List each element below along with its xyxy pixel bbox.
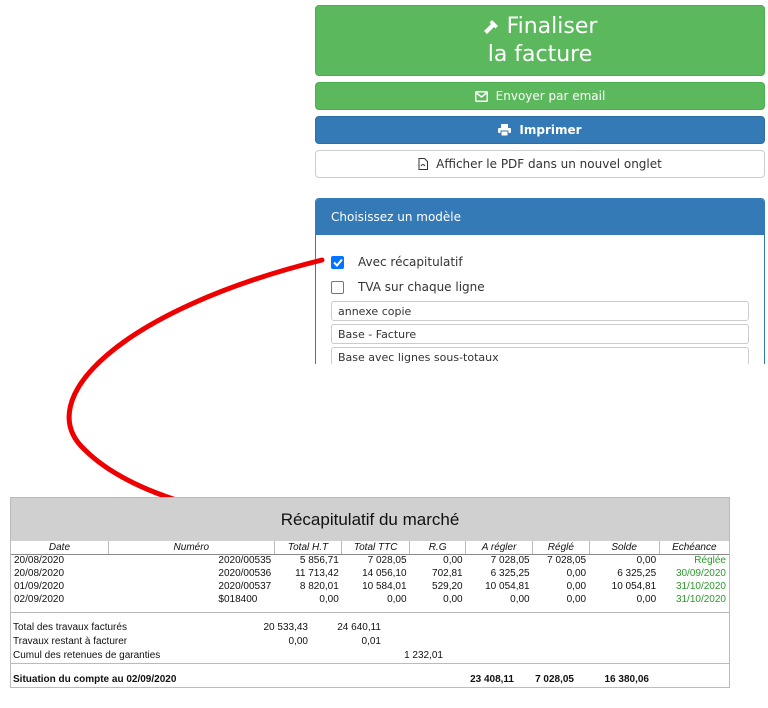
- open-pdf-label: Afficher le PDF dans un nouvel onglet: [436, 157, 662, 171]
- remaining-label: Travaux restant à facturer: [13, 636, 128, 647]
- cell-regle: 0,00: [566, 568, 587, 579]
- situation-row: Situation du compte au 02/09/2020 23 408…: [11, 674, 729, 687]
- recap-grid: Date Numéro Total H.T Total TTC R.G A ré…: [11, 541, 729, 606]
- col-total-ht: Total H.T: [274, 541, 343, 555]
- situation-regle: 7 028,05: [535, 674, 574, 685]
- cell-echeance: 30/09/2020: [675, 568, 726, 579]
- cell-numero: $018400: [218, 594, 258, 605]
- cell-a-regler: 10 054,81: [485, 581, 530, 592]
- cell-numero: 2020/00535: [218, 555, 272, 567]
- option-vat-per-line[interactable]: TVA sur chaque ligne: [331, 280, 485, 294]
- cell-echeance: 31/10/2020: [675, 581, 726, 592]
- col-date: Date: [11, 541, 109, 555]
- divider: [11, 612, 729, 613]
- cell-date: 01/09/2020: [14, 581, 65, 592]
- cell-rg: 0,00: [443, 594, 463, 605]
- cell-total-ttc: 10 584,01: [362, 581, 407, 592]
- cell-total-ht: 5 856,71: [299, 555, 339, 567]
- printer-icon: [498, 124, 512, 136]
- cell-solde: 10 054,81: [611, 581, 657, 592]
- col-echeance: Echéance: [659, 541, 729, 555]
- col-solde: Solde: [589, 541, 660, 555]
- cell-echeance: 31/10/2020: [675, 594, 726, 605]
- finalize-label-line2: la facture: [487, 41, 593, 67]
- cell-total-ttc: 0,00: [387, 594, 407, 605]
- cell-total-ht: 0,00: [319, 594, 339, 605]
- table-row: 20/08/2020 2020/00535 5 856,71 7 028,05 …: [11, 554, 729, 567]
- col-total-ttc: Total TTC: [341, 541, 411, 555]
- total-invoiced-row: Total des travaux facturés 20 533,43 24 …: [11, 622, 729, 635]
- envelope-icon: [474, 90, 488, 102]
- total-invoiced-label: Total des travaux facturés: [13, 622, 127, 633]
- cell-regle: 7 028,05: [547, 555, 587, 567]
- table-row: 01/09/2020 2020/00537 8 820,01 10 584,01…: [11, 580, 729, 593]
- print-label: Imprimer: [519, 123, 582, 137]
- remaining-ht: 0,00: [288, 636, 308, 647]
- open-pdf-button[interactable]: Afficher le PDF dans un nouvel onglet: [315, 150, 765, 178]
- cell-total-ttc: 14 056,10: [362, 568, 407, 579]
- recap-header-row: Date Numéro Total H.T Total TTC R.G A ré…: [11, 541, 729, 555]
- recap-title: Récapitulatif du marché: [11, 498, 729, 541]
- cell-solde: 0,00: [636, 594, 657, 605]
- vat-per-line-label: TVA sur chaque ligne: [358, 280, 485, 294]
- template-item[interactable]: Base - Facture: [331, 324, 749, 344]
- cell-rg: 529,20: [432, 581, 463, 592]
- template-panel-body: Avec récapitulatif TVA sur chaque ligne …: [316, 235, 764, 364]
- cell-regle: 0,00: [566, 594, 587, 605]
- send-email-button[interactable]: Envoyer par email: [315, 82, 765, 110]
- file-pdf-icon: [418, 158, 429, 170]
- cell-rg: 702,81: [432, 568, 463, 579]
- recap-table: Récapitulatif du marché Date Numéro Tota…: [10, 497, 730, 688]
- cell-total-ht: 8 820,01: [299, 581, 339, 592]
- finalize-label-line1: Finaliser: [506, 13, 598, 39]
- col-a-regler: A régler: [465, 541, 534, 555]
- cell-date: 02/09/2020: [14, 594, 65, 605]
- col-rg: R.G: [409, 541, 467, 555]
- recap-checkbox[interactable]: [331, 255, 344, 269]
- template-item[interactable]: annexe copie: [331, 301, 749, 321]
- retention-row: Cumul des retenues de garanties 1 232,01: [11, 650, 729, 663]
- retention-label: Cumul des retenues de garanties: [13, 650, 161, 661]
- divider: [11, 663, 729, 664]
- cell-a-regler: 7 028,05: [490, 555, 530, 567]
- table-row: 02/09/2020 $018400 0,00 0,00 0,00 0,00 0…: [11, 593, 729, 606]
- finalize-invoice-button[interactable]: Finaliser la facture: [315, 5, 765, 76]
- recap-option-label: Avec récapitulatif: [358, 255, 463, 269]
- col-numero: Numéro: [108, 541, 275, 555]
- cell-date: 20/08/2020: [14, 568, 65, 579]
- remaining-ttc: 0,01: [361, 636, 381, 647]
- situation-solde: 16 380,06: [604, 674, 650, 685]
- total-invoiced-ttc: 24 640,11: [337, 622, 381, 633]
- template-panel-title: Choisissez un modèle: [316, 199, 764, 235]
- option-recap[interactable]: Avec récapitulatif: [331, 255, 463, 269]
- table-row: 20/08/2020 2020/00536 11 713,42 14 056,1…: [11, 567, 729, 580]
- situation-label: Situation du compte au 02/09/2020: [13, 674, 177, 685]
- cell-date: 20/08/2020: [14, 555, 65, 567]
- cell-numero: 2020/00537: [218, 581, 272, 592]
- cell-a-regler: 6 325,25: [490, 568, 530, 579]
- cell-regle: 0,00: [566, 581, 587, 592]
- cell-a-regler: 0,00: [510, 594, 530, 605]
- gavel-icon: [483, 19, 499, 35]
- cell-total-ht: 11 713,42: [295, 568, 339, 579]
- print-button[interactable]: Imprimer: [315, 116, 765, 144]
- cell-numero: 2020/00536: [218, 568, 272, 579]
- retention-rg: 1 232,01: [404, 650, 443, 661]
- vat-per-line-checkbox[interactable]: [331, 280, 344, 294]
- total-invoiced-ht: 20 533,43: [263, 622, 309, 633]
- template-item[interactable]: Base avec lignes sous-totaux: [331, 347, 749, 364]
- cell-total-ttc: 7 028,05: [367, 555, 407, 567]
- template-panel: Choisissez un modèle Avec récapitulatif …: [315, 198, 765, 364]
- situation-a-regler: 23 408,11: [470, 674, 514, 685]
- col-regle: Réglé: [532, 541, 590, 555]
- remaining-row: Travaux restant à facturer 0,00 0,01: [11, 636, 729, 649]
- cell-rg: 0,00: [443, 555, 463, 567]
- cell-echeance: Réglée: [694, 555, 726, 567]
- send-email-label: Envoyer par email: [495, 89, 606, 103]
- cell-solde: 0,00: [636, 555, 657, 567]
- cell-solde: 6 325,25: [617, 568, 657, 579]
